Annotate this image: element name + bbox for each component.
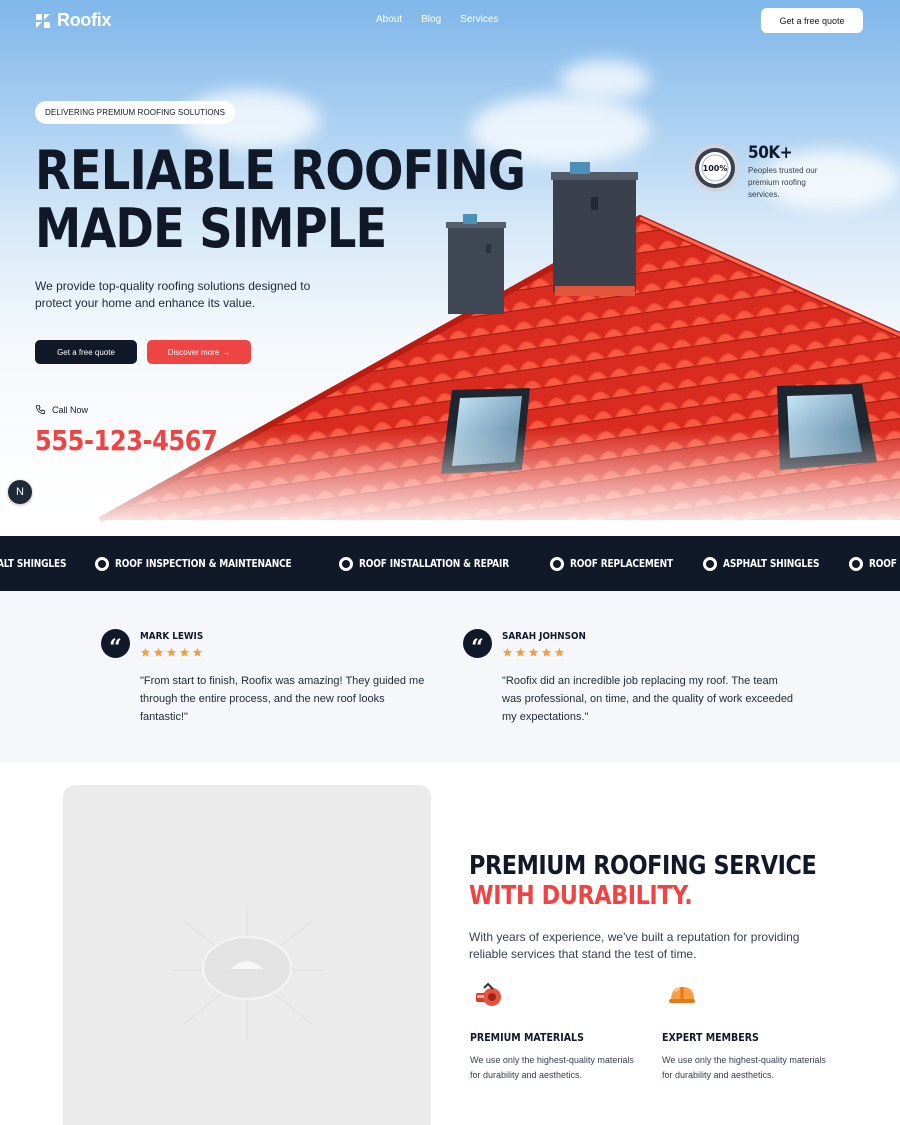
star-icon: [140, 647, 151, 657]
review-text: "Roofix did an incredible job replacing …: [502, 675, 794, 723]
ticker-item: ROOF REPLACEMENT: [549, 556, 676, 571]
ticker-item: ASPHALT SHINGLES: [0, 557, 67, 570]
ticker-track: ASPHALT SHINGLES ROOF INSPECTION & MAINTE…: [0, 536, 900, 591]
seal-text: 100%: [703, 164, 728, 173]
ring-icon: [549, 556, 564, 571]
ring-icon: [95, 556, 110, 571]
call-now-label: Call Now: [52, 404, 89, 415]
star-icon: [528, 647, 539, 657]
hero-title-line-2: MADE SIMPLE: [35, 197, 387, 260]
trust-text: Peoples trusted our premium roofing serv…: [748, 166, 818, 199]
star-icon: [554, 647, 565, 657]
star-icon: [502, 647, 513, 657]
feature-title: EXPERT MEMBERS: [662, 1031, 759, 1044]
discover-more-button[interactable]: Discover more →: [147, 340, 251, 364]
star-rating: [502, 647, 565, 658]
hero-badge: DELIVERING PREMIUM ROOFING SOLUTIONS: [35, 101, 236, 124]
service-title-line-1: PREMIUM ROOFING SERVICE: [469, 851, 817, 881]
feature-item: EXPERT MEMBERS We use only the highest-q…: [662, 982, 842, 1083]
phone-icon: [35, 404, 46, 415]
call-now[interactable]: Call Now: [35, 404, 88, 415]
ticker-label: ASPHALT SHINGLES: [723, 557, 820, 570]
ticker-label: ROOF REPLACEMENT: [569, 557, 673, 570]
quote-icon: “: [463, 629, 492, 661]
ticker-item: ROOF INSPECTION & MAINTENANCE: [95, 556, 310, 571]
nav-quote-button[interactable]: Get a free quote: [761, 8, 863, 33]
ticker-label: ROOF INSPECTION & MAINTENANCE: [868, 557, 900, 570]
star-icon: [541, 647, 552, 657]
guarantee-seal-icon: 100%: [691, 144, 739, 192]
hero-section: Roofix About Blog Services Get a free qu…: [0, 0, 900, 536]
discover-more-label: Discover more: [167, 347, 220, 357]
service-section: PREMIUM ROOFING SERVICE WITH DURABILITY.…: [0, 762, 900, 1125]
brand-name: Roofix: [57, 10, 112, 30]
star-icon: [166, 647, 177, 657]
hero-title: RELIABLE ROOFING MADE SIMPLE: [35, 139, 526, 260]
hard-hat-icon: [669, 987, 695, 1003]
feature-text: We use only the highest-quality material…: [662, 1055, 826, 1080]
nav-link-blog[interactable]: Blog: [421, 14, 441, 25]
ticker-label: ASPHALT SHINGLES: [0, 557, 67, 570]
trust-count: 50K+: [748, 143, 793, 163]
quote-icon: “: [101, 629, 130, 661]
review-text: "From start to finish, Roofix was amazin…: [140, 675, 425, 723]
hero-title-line-1: RELIABLE ROOFING: [35, 139, 526, 202]
feature-text: We use only the highest-quality material…: [470, 1055, 634, 1080]
top-nav: Roofix About Blog Services Get a free qu…: [0, 0, 900, 42]
logo-mark-icon: [36, 13, 50, 28]
testimonials-section: “ MARK LEWIS "From start to finish, Roof…: [0, 591, 900, 762]
star-icon: [153, 647, 164, 657]
ring-icon: [703, 556, 718, 571]
phone-number-link[interactable]: 555-123-4567: [35, 424, 218, 457]
star-icon: [515, 647, 526, 657]
service-subtitle: With years of experience, we've built a …: [469, 930, 800, 961]
star-icon: [179, 647, 190, 657]
nav-links: About Blog Services: [376, 14, 499, 25]
ticker-item: ROOF INSTALLATION & REPAIR: [338, 556, 522, 571]
arrow-right-icon: →: [222, 347, 231, 357]
feature-title: PREMIUM MATERIALS: [470, 1031, 584, 1044]
ticker-label: ROOF INSTALLATION & REPAIR: [358, 557, 509, 570]
feature-item: PREMIUM MATERIALS We use only the highes…: [470, 982, 650, 1083]
star-rating: [140, 647, 203, 658]
nav-link-about[interactable]: About: [376, 14, 402, 25]
dev-tools-badge[interactable]: N: [8, 480, 32, 504]
saw-icon: [476, 982, 501, 1006]
ticker-item: ROOF INSPECTION & MAINTENANCE: [848, 556, 900, 571]
services-ticker: ASPHALT SHINGLES ROOF INSPECTION & MAINTE…: [0, 536, 900, 591]
image-placeholder-icon: [173, 905, 323, 1040]
image-placeholder: [63, 785, 431, 1125]
star-icon: [192, 647, 203, 657]
nav-link-services[interactable]: Services: [460, 14, 498, 25]
hero-subtitle: We provide top-quality roofing solutions…: [35, 279, 311, 310]
service-title-line-2: WITH DURABILITY.: [469, 881, 693, 911]
reviewer-name: MARK LEWIS: [140, 631, 204, 642]
trust-block: 100% 50K+ Peoples trusted our premium ro…: [690, 143, 828, 201]
service-title: PREMIUM ROOFING SERVICE WITH DURABILITY.: [469, 851, 817, 911]
trust-copy: 50K+ Peoples trusted our premium roofing…: [748, 143, 828, 201]
ring-icon: [848, 556, 863, 571]
brand-logo[interactable]: Roofix: [35, 10, 112, 31]
ring-icon: [338, 556, 353, 571]
reviewer-name: SARAH JOHNSON: [502, 631, 586, 642]
ticker-label: ROOF INSPECTION & MAINTENANCE: [115, 557, 292, 570]
hero-quote-button[interactable]: Get a free quote: [35, 340, 137, 364]
ticker-item: ASPHALT SHINGLES: [703, 556, 820, 571]
